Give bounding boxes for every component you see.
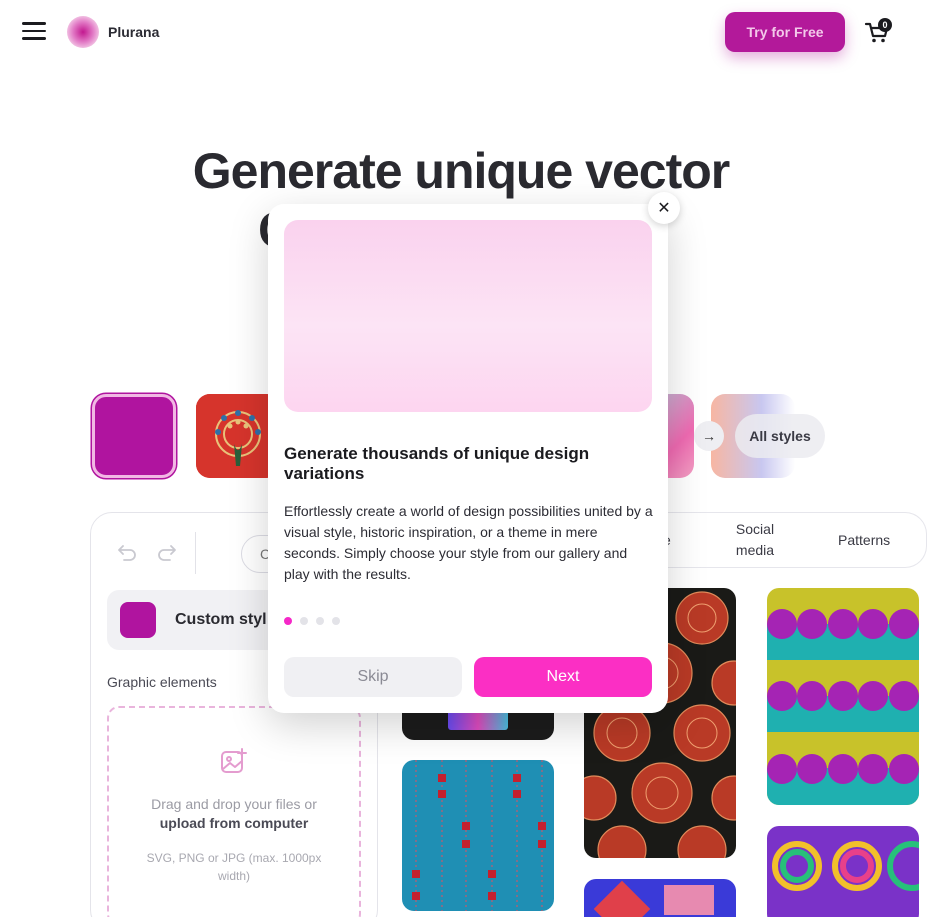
- close-icon[interactable]: ✕: [648, 192, 680, 224]
- step-dot-3[interactable]: [316, 617, 324, 625]
- step-dot-4[interactable]: [332, 617, 340, 625]
- step-dot-2[interactable]: [300, 617, 308, 625]
- onboarding-modal: Generate thousands of unique design vari…: [268, 204, 668, 713]
- step-indicator: [284, 617, 340, 625]
- next-button[interactable]: Next: [474, 657, 652, 697]
- step-dot-1[interactable]: [284, 617, 292, 625]
- modal-title: Generate thousands of unique design vari…: [284, 444, 590, 483]
- modal-illustration: [284, 220, 652, 412]
- skip-button[interactable]: Skip: [284, 657, 462, 697]
- modal-body: Effortlessly create a world of design po…: [284, 503, 653, 582]
